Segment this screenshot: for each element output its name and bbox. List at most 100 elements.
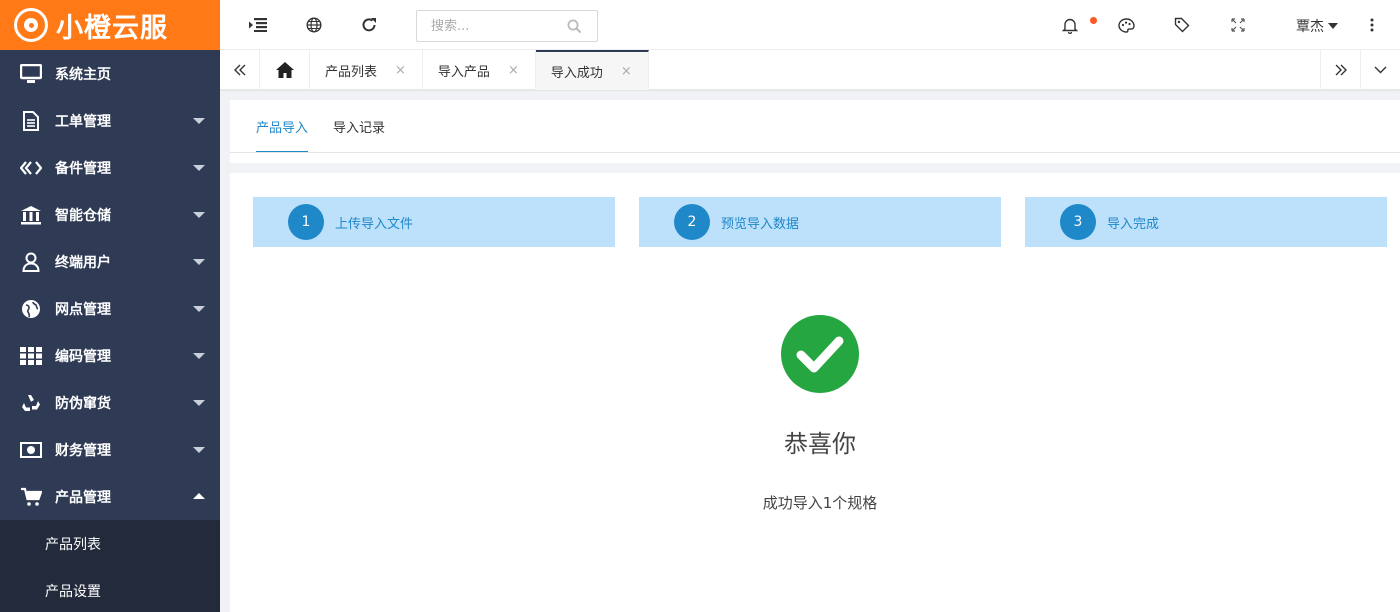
tab-product-import[interactable]: 产品导入: [256, 100, 309, 153]
step-upload: 1 上传导入文件: [253, 197, 615, 247]
globe-icon[interactable]: [303, 14, 325, 36]
step-complete: 3 导入完成: [1025, 197, 1387, 247]
double-chevron-left-icon: [233, 64, 246, 76]
sidebar-menu: 系统主页 工单管理 备件管理 智能仓储 终端用户 网点管理 编码管理 防伪窜货 …: [0, 50, 220, 520]
sidebar-item-label: 工单管理: [55, 113, 111, 130]
user-name: 覃杰: [1296, 19, 1324, 35]
step-number: 1: [288, 204, 324, 240]
success-check-icon: [781, 315, 859, 393]
sidebar-subitem-product-settings[interactable]: 产品设置: [0, 567, 220, 612]
close-icon[interactable]: ×: [508, 63, 519, 78]
chevron-down-icon: [193, 353, 205, 359]
success-message: 成功导入1个规格: [762, 494, 878, 512]
sidebar-item-label: 智能仓储: [55, 207, 111, 224]
sidebar-subitem-label: 产品列表: [45, 536, 101, 553]
chevron-down-icon: [193, 306, 205, 312]
sidebar-item-anti-counterfeit[interactable]: 防伪窜货: [0, 379, 220, 426]
tab-label: 导入产品: [437, 64, 490, 80]
tab-product-list[interactable]: 产品列表 ×: [310, 50, 423, 90]
step-preview: 2 预览导入数据: [639, 197, 1001, 247]
warehouse-icon: [20, 204, 42, 226]
chevron-down-icon: [193, 165, 205, 171]
tabs-dropdown-button[interactable]: [1360, 50, 1400, 90]
page-tabs: 产品列表 × 导入产品 × 导入成功 ×: [260, 50, 649, 90]
menu-toggle-icon[interactable]: [247, 14, 269, 36]
tab-import-product[interactable]: 导入产品 ×: [423, 50, 536, 90]
success-title: 恭喜你: [784, 430, 856, 458]
step-label: 预览导入数据: [721, 216, 800, 232]
brand-logo[interactable]: 小橙云服: [0, 0, 220, 50]
sidebar-item-label: 网点管理: [55, 301, 111, 318]
sidebar: 小橙云服 系统主页 工单管理 备件管理 智能仓储 终端用户 网点管理 编码管理 …: [0, 0, 220, 612]
tab-import-records[interactable]: 导入记录: [333, 100, 385, 153]
bell-icon[interactable]: [1059, 14, 1081, 36]
import-tabs-panel: 产品导入 导入记录: [230, 100, 1400, 163]
search-input[interactable]: [417, 12, 567, 40]
more-vertical-icon[interactable]: [1361, 14, 1383, 36]
tab-label: 导入成功: [550, 65, 603, 81]
sidebar-item-end-users[interactable]: 终端用户: [0, 238, 220, 285]
fullscreen-icon[interactable]: [1227, 14, 1249, 36]
chevron-up-icon: [193, 493, 205, 499]
sidebar-item-spare-parts[interactable]: 备件管理: [0, 144, 220, 191]
step-label: 上传导入文件: [335, 216, 414, 232]
search-box: [416, 10, 598, 42]
subtab-label: 导入记录: [333, 121, 386, 136]
chevron-down-icon: [1328, 23, 1338, 29]
chevron-down-icon: [1374, 66, 1387, 74]
user-icon: [20, 251, 42, 273]
chevron-down-icon: [193, 400, 205, 406]
subtab-label: 产品导入: [256, 121, 309, 136]
close-icon[interactable]: ×: [621, 64, 632, 79]
sidebar-item-label: 终端用户: [55, 254, 111, 271]
chevron-down-icon: [193, 447, 205, 453]
tag-icon[interactable]: [1171, 14, 1193, 36]
page-tab-bar: 产品列表 × 导入产品 × 导入成功 ×: [220, 50, 1400, 90]
money-icon: [20, 439, 42, 461]
chevron-down-icon: [193, 259, 205, 265]
sidebar-item-label: 财务管理: [55, 442, 111, 459]
sidebar-item-label: 防伪窜货: [55, 395, 111, 412]
sidebar-submenu: 产品列表 产品设置: [0, 520, 220, 612]
parts-icon: [20, 157, 42, 179]
sidebar-item-label: 系统主页: [55, 66, 111, 83]
cart-icon: [20, 486, 42, 508]
notification-dot: [1090, 17, 1097, 24]
refresh-icon[interactable]: [358, 14, 380, 36]
sidebar-item-warehouse[interactable]: 智能仓储: [0, 191, 220, 238]
sidebar-item-outlets[interactable]: 网点管理: [0, 285, 220, 332]
sidebar-item-label: 备件管理: [55, 160, 111, 177]
tabs-scroll-left-button[interactable]: [220, 50, 260, 90]
home-icon: [275, 62, 294, 78]
tabs-scroll-right-button[interactable]: [1320, 50, 1360, 90]
import-tabs: 产品导入 导入记录: [256, 100, 410, 153]
grid-icon: [20, 345, 42, 367]
search-icon[interactable]: [567, 19, 582, 34]
sidebar-item-codes[interactable]: 编码管理: [0, 332, 220, 379]
step-number: 3: [1060, 204, 1096, 240]
step-label: 导入完成: [1107, 216, 1160, 232]
user-menu[interactable]: 覃杰: [1296, 16, 1338, 36]
double-chevron-right-icon: [1335, 64, 1347, 76]
sidebar-item-label: 编码管理: [55, 348, 111, 365]
sidebar-item-label: 产品管理: [55, 489, 111, 506]
import-result-panel: 1 上传导入文件 2 预览导入数据 3 导入完成 恭喜你 成功导入1个规格: [230, 173, 1400, 612]
tab-home[interactable]: [260, 50, 310, 90]
recycle-icon: [20, 392, 42, 414]
sidebar-item-finance[interactable]: 财务管理: [0, 426, 220, 473]
palette-icon[interactable]: [1115, 14, 1137, 36]
sidebar-subitem-label: 产品设置: [45, 583, 101, 600]
chevron-down-icon: [193, 118, 205, 124]
tab-import-success[interactable]: 导入成功 ×: [535, 50, 649, 90]
sidebar-subitem-product-list[interactable]: 产品列表: [0, 520, 220, 567]
tab-label: 产品列表: [325, 64, 378, 80]
orange-logo-icon: [14, 8, 48, 42]
close-icon[interactable]: ×: [395, 63, 406, 78]
monitor-icon: [20, 63, 42, 85]
sidebar-item-products[interactable]: 产品管理: [0, 473, 220, 520]
chevron-down-icon: [193, 212, 205, 218]
globe-icon: [20, 298, 42, 320]
sidebar-item-work-orders[interactable]: 工单管理: [0, 97, 220, 144]
document-icon: [20, 110, 42, 132]
sidebar-item-home[interactable]: 系统主页: [0, 50, 220, 97]
